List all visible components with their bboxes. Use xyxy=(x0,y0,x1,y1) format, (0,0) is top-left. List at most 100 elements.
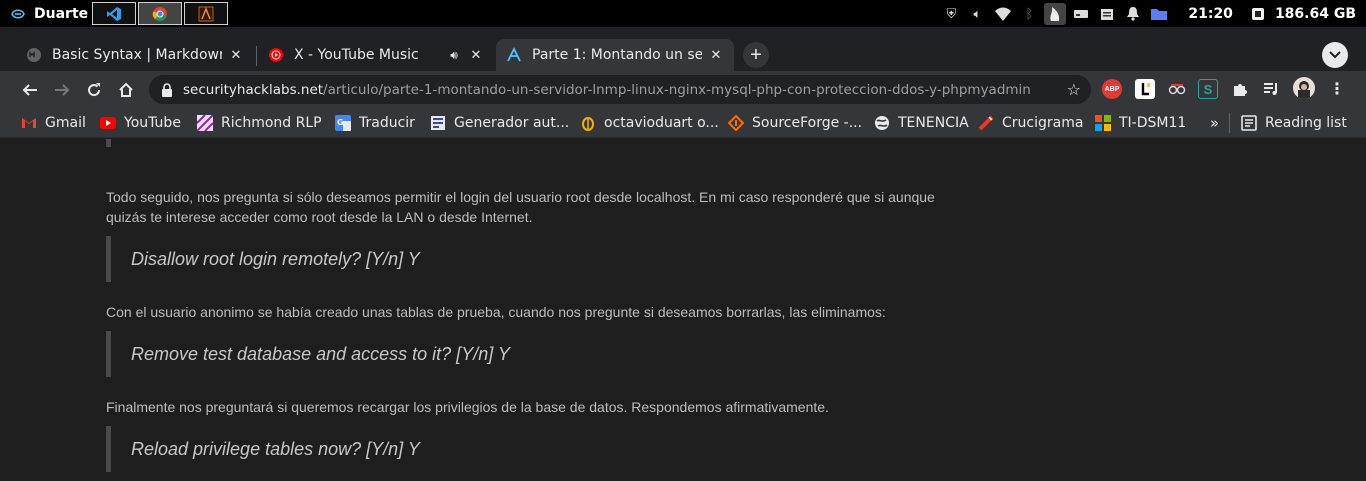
lingq-extension[interactable] xyxy=(1135,79,1155,99)
blog-icon xyxy=(582,117,594,131)
bookmark-generador[interactable]: Generador aut... xyxy=(430,114,569,132)
bookmark-crucigrama[interactable]: Crucigrama xyxy=(978,114,1083,132)
blockquote-disallow-root: Disallow root login remotely? [Y/n] Y xyxy=(106,236,976,282)
drive-icon[interactable] xyxy=(1070,3,1092,25)
bookmark-richmond[interactable]: Richmond RLP xyxy=(197,114,322,132)
taskbar-chrome[interactable] xyxy=(138,2,182,25)
volume-icon[interactable]: 🔈︎ xyxy=(966,3,988,25)
quote-text: Reload privilege tables now? [Y/n] Y xyxy=(131,438,420,459)
reload-button[interactable] xyxy=(81,77,107,103)
quote-text: Disallow root login remotely? [Y/n] Y xyxy=(131,248,420,269)
home-icon xyxy=(119,82,133,97)
playlist-icon xyxy=(1264,83,1277,95)
chrome-icon xyxy=(152,6,167,21)
overflow-chevron-icon: » xyxy=(1210,114,1220,132)
bookmarks-overflow-button[interactable]: » xyxy=(1210,114,1219,132)
adblock-extension[interactable]: ABP xyxy=(1102,79,1122,99)
new-tab-button[interactable]: + xyxy=(743,42,769,68)
globe-icon xyxy=(875,116,889,130)
folder-icon[interactable] xyxy=(1148,3,1170,25)
clipboard-icon[interactable] xyxy=(1096,3,1118,25)
wifi-icon[interactable] xyxy=(992,3,1014,25)
media-button[interactable] xyxy=(1261,79,1281,99)
arrow-right-icon xyxy=(55,84,70,96)
tab-youtube-music[interactable]: X - YouTube Music 🔊︎ ✕ xyxy=(258,39,494,71)
back-button[interactable] xyxy=(17,77,43,103)
bookmarks-bar: Gmail YouTube Richmond RLP G Traducir Ge… xyxy=(0,108,1366,138)
star-icon[interactable]: ☆ xyxy=(1067,80,1081,100)
taskbar-vscode[interactable] xyxy=(92,2,136,25)
taskbar-app[interactable] xyxy=(184,2,228,25)
url-path: /articulo/parte-1-montando-un-servidor-l… xyxy=(323,81,1031,98)
bell-icon[interactable] xyxy=(1122,3,1144,25)
reading-list-button[interactable]: Reading list xyxy=(1241,114,1347,132)
distro-logo-icon xyxy=(11,8,25,19)
arrow-left-icon xyxy=(22,84,37,96)
s-extension-label: S xyxy=(1203,81,1213,97)
address-bar[interactable]: securityhacklabs.net/articulo/parte-1-mo… xyxy=(149,75,1091,104)
bluetooth-icon[interactable]: ᛒ xyxy=(1018,3,1040,25)
disk-icon xyxy=(1247,3,1269,25)
bookmark-label: Gmail xyxy=(45,115,86,131)
paragraph-line: Finalmente nos preguntará si queremos re… xyxy=(106,399,829,415)
paragraph-reload-privileges: Finalmente nos preguntará si queremos re… xyxy=(106,397,958,417)
flame-icon[interactable] xyxy=(1044,2,1067,25)
vscode-icon xyxy=(107,6,121,21)
app-icon xyxy=(198,6,214,21)
puzzle-icon xyxy=(1234,84,1247,96)
browser-toolbar: securityhacklabs.net/articulo/parte-1-mo… xyxy=(0,71,1366,108)
paragraph-line: quizás te interese acceder como root des… xyxy=(106,209,533,225)
tab-title: X - YouTube Music xyxy=(294,47,419,63)
bookmark-separator xyxy=(1229,113,1230,133)
s-extension[interactable]: S xyxy=(1198,79,1218,99)
url-text[interactable]: securityhacklabs.net/articulo/parte-1-mo… xyxy=(183,82,1031,98)
markdown-icon xyxy=(27,48,41,62)
chevron-down-icon xyxy=(1329,51,1341,59)
bookmark-octavioduart[interactable]: octavioduart o... xyxy=(580,114,719,132)
bookmark-sourceforge[interactable]: SourceForge -... xyxy=(728,114,862,132)
extensions-button[interactable] xyxy=(1230,79,1250,99)
avatar xyxy=(1298,81,1310,99)
audio-icon[interactable]: 🔊︎ xyxy=(446,47,462,63)
bookmark-tenencia[interactable]: TENENCIA xyxy=(874,114,969,132)
close-icon[interactable]: ✕ xyxy=(708,47,724,63)
user-menu[interactable]: Duarte xyxy=(0,6,92,22)
disk-usage: 186.64 GB xyxy=(1274,5,1356,22)
svg-text:G: G xyxy=(337,118,344,127)
menu-button[interactable]: ⋮ xyxy=(1327,79,1347,99)
tab-title: Parte 1: Montando un serv xyxy=(532,47,702,63)
microsoft-icon xyxy=(1095,115,1111,131)
bookmark-label: TENENCIA xyxy=(898,115,969,131)
close-icon[interactable]: ✕ xyxy=(468,47,484,63)
paragraph-line: Todo seguido, nos pregunta si sólo desea… xyxy=(106,189,935,205)
more-vert-icon: ⋮ xyxy=(1329,81,1345,98)
bookmark-label: YouTube xyxy=(124,115,181,131)
profile-avatar[interactable] xyxy=(1293,77,1315,99)
forward-button[interactable] xyxy=(49,77,75,103)
spy-extension[interactable] xyxy=(1167,79,1187,99)
bookmark-traducir[interactable]: G Traducir xyxy=(335,114,415,132)
url-host: securityhacklabs.net xyxy=(183,81,324,98)
lock-icon[interactable] xyxy=(161,82,173,97)
site-icon xyxy=(507,47,521,62)
tab-securityhacklabs[interactable]: Parte 1: Montando un serv ✕ xyxy=(496,39,734,71)
tab-search-button[interactable] xyxy=(1322,42,1348,68)
reading-list-icon xyxy=(1241,115,1257,131)
tab-separator xyxy=(256,46,257,66)
translate-icon: G xyxy=(335,115,351,131)
close-icon[interactable]: ✕ xyxy=(228,47,244,63)
shield-icon[interactable]: ⛨ xyxy=(940,3,962,25)
paragraph-line: Con el usuario anonimo se había creado u… xyxy=(106,304,886,320)
bookmark-youtube[interactable]: YouTube xyxy=(100,114,181,132)
youtube-music-icon xyxy=(269,48,283,62)
tab-strip: Basic Syntax | Markdown ✕ X - YouTube Mu… xyxy=(0,27,1366,71)
reload-icon xyxy=(88,83,101,97)
richmond-icon xyxy=(197,115,213,131)
tab-markdown[interactable]: Basic Syntax | Markdown ✕ xyxy=(16,39,254,71)
bookmark-label: octavioduart o... xyxy=(604,115,719,131)
bookmark-gmail[interactable]: Gmail xyxy=(21,114,86,132)
clock[interactable]: 21:20 xyxy=(1188,6,1233,22)
bookmark-ti-dsm11[interactable]: TI-DSM11 xyxy=(1095,114,1186,132)
home-button[interactable] xyxy=(113,77,139,103)
reading-list-label: Reading list xyxy=(1265,115,1347,131)
